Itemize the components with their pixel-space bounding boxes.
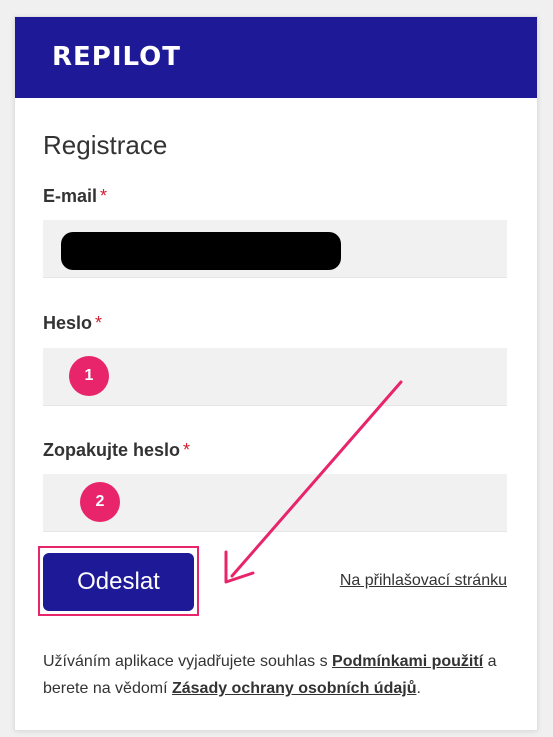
login-page-link[interactable]: Na přihlašovací stránku (340, 572, 507, 590)
annotation-badge-1: 1 (69, 356, 109, 396)
password-label-text: Heslo (43, 313, 93, 333)
required-marker: * (95, 313, 103, 333)
consent-text-after: . (416, 680, 421, 697)
annotation-badge-2: 2 (80, 482, 120, 522)
required-marker: * (100, 186, 108, 206)
repilot-logo: REPILOT (52, 42, 181, 72)
email-label-text: E-mail (43, 186, 98, 206)
terms-link[interactable]: Podmínkami použití (332, 653, 483, 670)
consent-text: Užíváním aplikace vyjadřujete souhlas s … (43, 648, 513, 702)
password-repeat-label: Zopakujte heslo * (43, 440, 190, 461)
password-field[interactable] (43, 348, 507, 406)
privacy-policy-link[interactable]: Zásady ochrany osobních údajů (172, 680, 417, 697)
consent-text-before: Užíváním aplikace vyjadřujete souhlas s (43, 653, 333, 670)
password-label: Heslo * (43, 313, 102, 334)
required-marker: * (183, 440, 191, 460)
redacted-email-value (61, 232, 341, 270)
password-repeat-label-text: Zopakujte heslo (43, 440, 181, 460)
email-label: E-mail * (43, 186, 107, 207)
page-title: Registrace (43, 130, 168, 160)
submit-button[interactable]: Odeslat (43, 553, 194, 611)
